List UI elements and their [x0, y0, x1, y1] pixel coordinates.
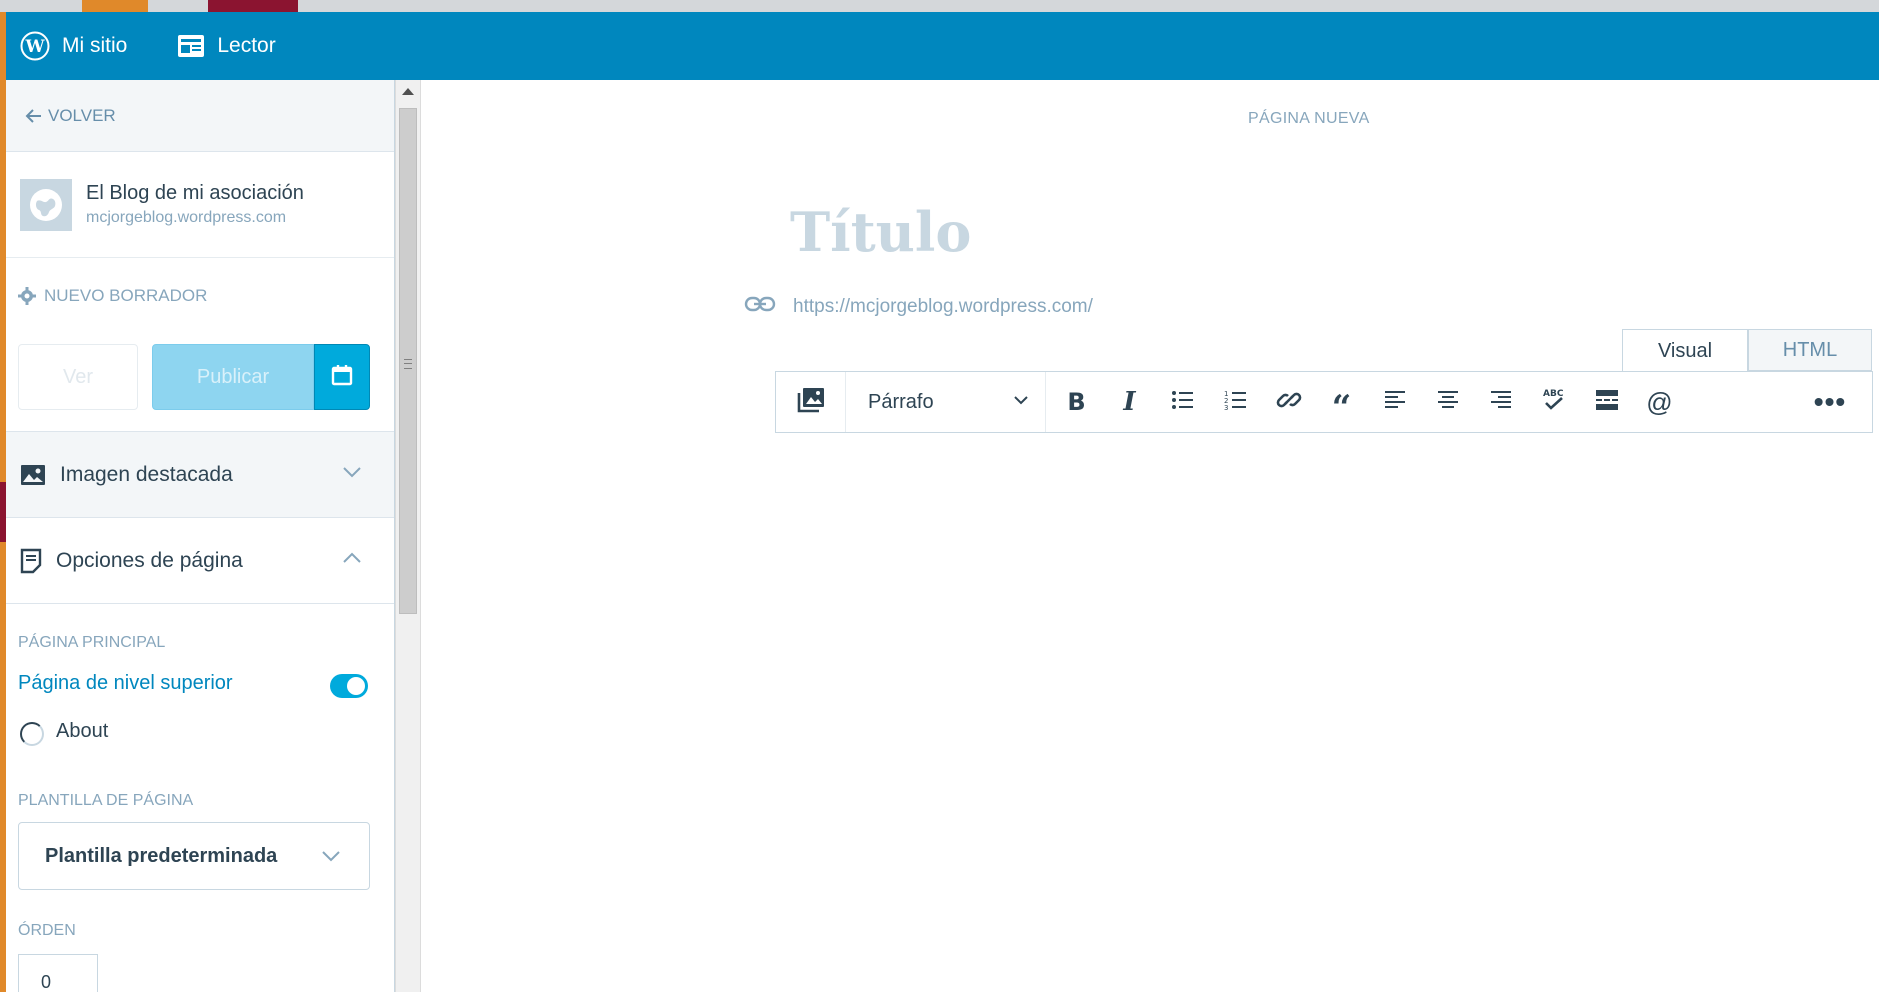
- back-label: VOLVER: [48, 105, 116, 125]
- numbered-list-icon: 123: [1224, 389, 1248, 416]
- contact-form-button[interactable]: @: [1633, 372, 1686, 432]
- top-level-toggle[interactable]: [330, 674, 368, 698]
- bold-button[interactable]: B: [1050, 372, 1103, 432]
- svg-text:3: 3: [1224, 404, 1228, 411]
- parent-option-about[interactable]: About: [56, 720, 108, 743]
- chevron-down-icon: [321, 849, 341, 863]
- page-kind-label: PÁGINA NUEVA: [1248, 110, 1370, 127]
- scrollbar-thumb[interactable]: [399, 108, 417, 614]
- italic-button[interactable]: I: [1103, 372, 1156, 432]
- add-media-button[interactable]: [776, 372, 846, 432]
- format-select[interactable]: Párrafo: [846, 372, 1046, 432]
- wordpress-logo-icon: W: [20, 31, 50, 61]
- read-more-button[interactable]: [1580, 372, 1633, 432]
- parent-page-label: PÁGINA PRINCIPAL: [18, 634, 166, 651]
- template-value: Plantilla predeterminada: [45, 844, 278, 867]
- align-center-icon: [1437, 389, 1459, 416]
- featured-image-label: Imagen destacada: [60, 462, 233, 486]
- permalink[interactable]: https://mcjorgeblog.wordpress.com/: [793, 296, 1093, 318]
- template-select[interactable]: Plantilla predeterminada: [18, 822, 370, 890]
- read-more-icon: [1595, 389, 1619, 416]
- my-site-link[interactable]: W Mi sitio: [6, 12, 141, 80]
- page-options-label: Opciones de página: [56, 548, 243, 572]
- reader-label: Lector: [217, 34, 276, 57]
- blockquote-button[interactable]: “: [1315, 372, 1368, 432]
- align-center-button[interactable]: [1421, 372, 1474, 432]
- editor-canvas: [421, 80, 1879, 992]
- media-icon: [797, 387, 825, 418]
- calendar-icon: [331, 364, 353, 391]
- format-value: Párrafo: [868, 390, 934, 413]
- site-card[interactable]: El Blog de mi asociación mcjorgeblog.wor…: [6, 152, 394, 258]
- editor-sidebar: VOLVER El Blog de mi asociación mcjorgeb…: [6, 80, 395, 992]
- chevron-down-icon: [1013, 394, 1029, 406]
- post-status-label: NUEVO BORRADOR: [44, 286, 208, 305]
- parent-top-level-option[interactable]: Página de nivel superior: [18, 672, 233, 695]
- svg-text:W: W: [24, 37, 45, 57]
- align-right-icon: [1490, 389, 1512, 416]
- wallpaper-strip: [0, 0, 1879, 12]
- my-site-label: Mi sitio: [62, 34, 128, 57]
- image-icon: [20, 464, 46, 486]
- bulleted-list-icon: [1171, 389, 1195, 416]
- site-globe-icon: [20, 178, 72, 231]
- post-status[interactable]: NUEVO BORRADOR: [18, 286, 207, 306]
- spellcheck-button[interactable]: ABC: [1527, 372, 1580, 432]
- gear-icon: [18, 287, 36, 305]
- link-icon: [744, 294, 776, 314]
- schedule-button[interactable]: [314, 344, 370, 410]
- link-icon: [1276, 387, 1302, 418]
- publish-box: NUEVO BORRADOR Ver Publicar: [6, 258, 394, 432]
- featured-image-section[interactable]: Imagen destacada: [6, 432, 394, 518]
- insert-link-button[interactable]: [1262, 372, 1315, 432]
- template-label: PLANTILLA DE PÁGINA: [18, 792, 194, 809]
- tab-visual[interactable]: Visual: [1622, 329, 1748, 372]
- align-left-button[interactable]: [1368, 372, 1421, 432]
- preview-button[interactable]: Ver: [18, 344, 138, 410]
- site-url: mcjorgeblog.wordpress.com: [86, 209, 287, 226]
- scroll-up-arrow-icon[interactable]: [402, 88, 414, 95]
- title-input[interactable]: Título: [790, 200, 971, 264]
- sidebar-scrollbar[interactable]: [395, 80, 421, 992]
- bulleted-list-button[interactable]: [1156, 372, 1209, 432]
- publish-button[interactable]: Publicar: [152, 344, 314, 410]
- arrow-left-icon: [24, 106, 44, 126]
- reader-icon: [177, 34, 205, 58]
- chevron-up-icon: [342, 551, 362, 565]
- align-left-icon: [1384, 389, 1406, 416]
- order-input[interactable]: 0: [18, 954, 98, 992]
- editor-toolbar: Párrafo B I 123 “ ABC @ •••: [775, 371, 1873, 433]
- back-button[interactable]: VOLVER: [6, 80, 394, 152]
- tab-html[interactable]: HTML: [1748, 329, 1872, 371]
- spellcheck-icon: ABC: [1541, 387, 1567, 418]
- page-icon: [20, 548, 42, 574]
- more-options-button[interactable]: •••: [1800, 372, 1860, 432]
- chevron-down-icon: [342, 465, 362, 479]
- numbered-list-button[interactable]: 123: [1209, 372, 1262, 432]
- loading-spinner-icon: [20, 722, 44, 746]
- align-right-button[interactable]: [1474, 372, 1527, 432]
- page-options-section[interactable]: Opciones de página: [6, 518, 394, 604]
- reader-link[interactable]: Lector: [163, 12, 289, 80]
- page-options-panel: PÁGINA PRINCIPAL Página de nivel superio…: [6, 604, 394, 992]
- site-title: El Blog de mi asociación: [86, 182, 304, 204]
- order-label: ÓRDEN: [18, 922, 76, 939]
- masterbar: W Mi sitio Lector: [6, 12, 1879, 80]
